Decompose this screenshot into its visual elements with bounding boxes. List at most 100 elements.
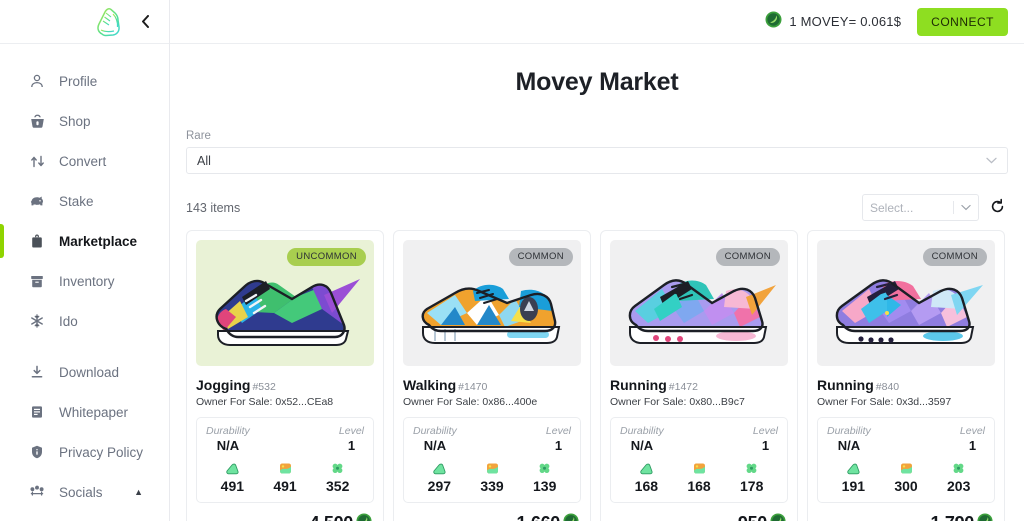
efficiency-value: 191 <box>841 478 866 494</box>
card-name: Jogging <box>196 377 251 393</box>
toolbar-right: Select... <box>862 194 1008 221</box>
card-owner: Owner For Sale: 0x80...B9c7 <box>610 396 745 408</box>
card-owner: Owner For Sale: 0x86...400e <box>403 396 538 408</box>
comfort-value: 300 <box>894 478 918 494</box>
sidebar-item-label: Ido <box>59 313 78 329</box>
durability-label: Durability <box>827 425 871 437</box>
connect-button[interactable]: CONNECT <box>917 7 1008 36</box>
card-price: 4,500 <box>309 513 353 521</box>
card-stats-top: Durability N/A Level 1 <box>413 425 571 453</box>
level-stat: Level 1 <box>960 425 985 453</box>
sidebar-item-label: Inventory <box>59 273 115 289</box>
card-price-row: 1,660 <box>403 513 581 521</box>
level-value: 1 <box>554 438 563 453</box>
user-icon <box>28 72 46 90</box>
download-icon <box>28 363 46 381</box>
durability-stat: Durability N/A <box>206 425 250 453</box>
card-price: 1,660 <box>516 513 560 521</box>
sidebar-item-inventory[interactable]: Inventory <box>0 261 169 301</box>
piggy-bank-icon <box>28 192 46 210</box>
shoe-stat-icon <box>206 460 259 476</box>
sort-select[interactable]: Select... <box>862 194 979 221</box>
card-token-id: #1470 <box>458 381 488 393</box>
rare-filter-label: Rare <box>186 130 211 142</box>
card-title: Jogging #532 <box>196 377 374 393</box>
card-price-row: 1,790 <box>817 513 995 521</box>
sidebar-nav: Profile Shop Convert Stake Marketplace I… <box>0 44 169 512</box>
sidebar-item-stake[interactable]: Stake <box>0 181 169 221</box>
sidebar-item-convert[interactable]: Convert <box>0 141 169 181</box>
sidebar-item-label: Profile <box>59 73 98 89</box>
clover-stat-icon <box>725 460 778 476</box>
card-title: Running #1472 <box>610 377 788 393</box>
marketplace-card-grid: UNCOMMON Jogging #532 Owner For Sale: 0x… <box>186 230 1008 521</box>
marketplace-card[interactable]: COMMON <box>600 230 798 521</box>
document-icon <box>28 403 46 421</box>
efficiency-value: 491 <box>220 478 245 494</box>
level-stat: Level 1 <box>753 425 778 453</box>
card-stats-panel: Durability N/A Level 1 <box>196 417 374 503</box>
efficiency-value: 168 <box>634 478 659 494</box>
sidebar-item-download[interactable]: Download <box>0 352 169 392</box>
marketplace-card[interactable]: COMMON <box>807 230 1005 521</box>
efficiency-stat: 297 <box>413 460 466 494</box>
efficiency-stat: 491 <box>206 460 259 494</box>
sidebar-header <box>0 0 169 44</box>
level-label: Level <box>338 425 364 437</box>
bag-icon <box>28 232 46 250</box>
luck-stat: 178 <box>725 460 778 494</box>
level-label: Level <box>959 425 985 437</box>
marketplace-card[interactable]: COMMON <box>393 230 591 521</box>
rarity-badge: COMMON <box>508 248 573 266</box>
rare-filter-select[interactable]: All <box>186 147 1008 174</box>
sidebar-item-ido[interactable]: Ido <box>0 301 169 341</box>
shoe-stat-icon <box>620 460 673 476</box>
sneaker-logo <box>44 4 120 40</box>
rarity-badge: UNCOMMON <box>287 248 366 266</box>
durability-value: N/A <box>837 438 861 453</box>
efficiency-stat: 191 <box>827 460 880 494</box>
durability-label: Durability <box>206 425 250 437</box>
sidebar-item-shop[interactable]: Shop <box>0 101 169 141</box>
comfort-stat: 168 <box>673 460 726 494</box>
shoe-stat-icon <box>827 460 880 476</box>
refresh-button[interactable] <box>986 197 1008 219</box>
rarity-badge: COMMON <box>922 248 987 266</box>
durability-stat: Durability N/A <box>413 425 457 453</box>
durability-stat: Durability N/A <box>827 425 871 453</box>
chevron-left-icon[interactable] <box>137 14 153 30</box>
clover-stat-icon <box>311 460 364 476</box>
durability-value: N/A <box>423 438 447 453</box>
results-toolbar: 143 items Select... <box>186 194 1008 221</box>
level-label: Level <box>545 425 571 437</box>
card-stats-panel: Durability N/A Level 1 <box>403 417 581 503</box>
card-price-row: 4,500 <box>196 513 374 521</box>
card-stats-bottom: 491 491 352 <box>206 460 364 494</box>
marketplace-card[interactable]: UNCOMMON Jogging #532 Owner For Sale: 0x… <box>186 230 384 521</box>
page-title: Movey Market <box>515 68 679 96</box>
sidebar-item-marketplace[interactable]: Marketplace <box>0 221 169 261</box>
durability-label: Durability <box>620 425 664 437</box>
card-token-id: #840 <box>875 381 900 393</box>
sidebar-item-whitepaper[interactable]: Whitepaper <box>0 392 169 432</box>
chevron-up-icon[interactable]: ▲ <box>134 487 143 497</box>
sidebar-item-privacy-policy[interactable]: Privacy Policy <box>0 432 169 472</box>
durability-label: Durability <box>413 425 457 437</box>
shoe-stat-icon <box>413 460 466 476</box>
socials-icon <box>28 483 46 501</box>
sidebar-item-socials[interactable]: Socials ▲ <box>0 472 169 512</box>
comfort-stat-icon <box>259 460 312 476</box>
sidebar: Profile Shop Convert Stake Marketplace I… <box>0 0 170 521</box>
sidebar-item-label: Whitepaper <box>59 404 129 420</box>
chevron-down-icon <box>986 155 997 167</box>
sort-select-placeholder: Select... <box>870 200 914 215</box>
card-image: COMMON <box>403 240 581 366</box>
efficiency-value: 297 <box>427 478 452 494</box>
comfort-stat-icon <box>466 460 519 476</box>
select-divider <box>953 201 954 214</box>
clover-stat-icon <box>518 460 571 476</box>
box-icon <box>28 272 46 290</box>
card-stats-bottom: 297 339 139 <box>413 460 571 494</box>
sidebar-item-label: Download <box>59 364 120 380</box>
sidebar-item-profile[interactable]: Profile <box>0 61 169 101</box>
